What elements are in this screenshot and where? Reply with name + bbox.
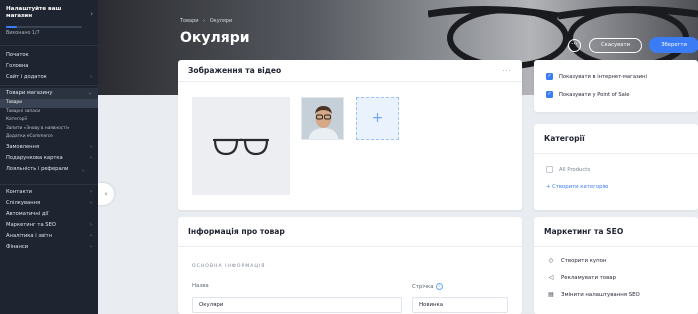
channel-point-of-sale[interactable]: ✓ Показувати у Point of Sale (546, 91, 630, 98)
channel-label: Показувати у Point of Sale (559, 91, 630, 98)
sidebar-item-label: Спілкування (6, 199, 41, 206)
media-card: Зображення та відео ··· + (178, 60, 522, 210)
seo-item-label: Створити купон (561, 257, 607, 264)
name-field[interactable]: Окуляри (192, 297, 402, 313)
sidebar-subitem-ecommerce-apps[interactable]: Додатки eCommerce (0, 133, 98, 142)
sidebar-item-label: Автоматичні дії (6, 210, 49, 217)
chevron-right-icon: › (82, 167, 84, 174)
setup-progress-fill (6, 26, 17, 28)
chevron-right-icon: › (90, 10, 93, 18)
create-coupon-link[interactable]: ◇ Створити купон (546, 257, 607, 264)
media-card-title: Зображення та відео (188, 66, 282, 75)
chevron-right-icon: › (90, 188, 92, 195)
glasses-image (213, 138, 269, 156)
chevron-right-icon: › (90, 232, 92, 239)
seo-item-label: Змінити налаштування SEO (561, 291, 640, 298)
sidebar-item-label: Контакти (6, 188, 32, 195)
sidebar-item-label: Фінанси (6, 243, 29, 250)
sidebar-item-orders[interactable]: Замовлення › (0, 142, 98, 153)
sidebar-item-label: Замовлення (6, 143, 40, 150)
sidebar-item-label: Товари магазину (6, 90, 53, 96)
setup-progress-bar (6, 26, 82, 28)
sidebar-item-home[interactable]: Головна (0, 61, 98, 72)
sales-channels-card: ✓ Показувати в інтернет-магазині ✓ Показ… (534, 60, 698, 112)
setup-progress-text: Виконано 1/7 (6, 31, 40, 36)
breadcrumb-separator-icon: › (203, 18, 206, 24)
sidebar-item-communication[interactable]: Спілкування › (0, 198, 98, 209)
channel-online-store[interactable]: ✓ Показувати в інтернет-магазині (546, 73, 647, 80)
name-label: Назва (192, 283, 209, 289)
categories-title: Категорії (544, 134, 585, 143)
sidebar: Налаштуйте ваш магазин › Виконано 1/7 По… (0, 0, 98, 314)
sidebar-item-label: Аналітика і звітн (6, 232, 52, 239)
chevron-right-icon: › (90, 243, 92, 250)
category-label: All Products (559, 166, 591, 173)
marketing-seo-card: Маркетинг та SEO ◇ Створити купон ◁ Рекл… (534, 217, 698, 314)
more-actions-button[interactable]: ··· (568, 39, 581, 52)
checkbox-empty-icon[interactable] (546, 166, 553, 173)
sidebar-item-label: Головна (6, 63, 29, 69)
main-product-image[interactable] (192, 97, 290, 195)
checkbox-checked-icon[interactable]: ✓ (546, 91, 553, 98)
product-info-card: Інформація про товар ОСНОВНА ІНФОРМАЦІЯ … (178, 217, 522, 314)
sidebar-item-label: Лояльність і реферали (6, 165, 69, 172)
add-media-button[interactable]: + (356, 97, 399, 140)
model-portrait-image (302, 98, 343, 139)
sidebar-item-automations[interactable]: Автоматичні дії (0, 209, 98, 220)
chevron-right-icon: › (90, 74, 92, 80)
chevron-right-icon: › (90, 143, 92, 150)
ribbon-field[interactable]: Новинка (412, 297, 508, 313)
basic-info-section-label: ОСНОВНА ІНФОРМАЦІЯ (192, 264, 266, 269)
chevron-right-icon: › (90, 154, 92, 161)
sidebar-item-label: Початок (6, 52, 29, 58)
sidebar-subitem-inventory[interactable]: Товарні запаси (0, 108, 98, 117)
sidebar-item-label: Сайт і додаток (6, 74, 47, 80)
product-thumbnail[interactable] (301, 97, 344, 140)
setup-panel[interactable]: Налаштуйте ваш магазин › Виконано 1/7 (0, 0, 98, 46)
page-title: Окуляри (180, 30, 250, 46)
sidebar-item-marketing-seo[interactable]: Маркетинг та SEO › (0, 220, 98, 231)
media-more-button[interactable]: ··· (502, 67, 512, 75)
seo-item-label: Рекламувати товар (561, 274, 617, 281)
sidebar-item-label: Маркетинг та SEO (6, 221, 56, 228)
megaphone-icon: ◁ (548, 274, 554, 281)
chevron-left-icon: ‹ (104, 190, 108, 198)
ribbon-label: Стрічка (412, 284, 434, 290)
breadcrumb-current: Окуляри (209, 18, 233, 24)
channel-label: Показувати в інтернет-магазині (559, 73, 647, 80)
sidebar-item-analytics[interactable]: Аналітика і звітн › (0, 231, 98, 242)
sidebar-item-loyalty[interactable]: Лояльність і реферали › (0, 164, 90, 182)
checkbox-checked-icon[interactable]: ✓ (546, 73, 553, 80)
categories-card: Категорії All Products + Створити катего… (534, 124, 698, 210)
chevron-down-icon: ⌄ (87, 90, 92, 96)
sidebar-subitem-back-in-stock[interactable]: Запити «Знову в наявності» (0, 125, 98, 134)
sidebar-item-label: Подарункова картка (6, 154, 63, 161)
sidebar-item-store-products[interactable]: Товари магазину ⌄ (0, 88, 98, 99)
edit-seo-settings-link[interactable]: ▤ Змінити налаштування SEO (546, 291, 640, 298)
collapse-sidebar-button[interactable]: ‹ (98, 183, 114, 205)
sidebar-item-finance[interactable]: Фінанси › (0, 242, 98, 253)
create-category-link[interactable]: + Створити категорію (546, 184, 608, 190)
sidebar-subitem-products[interactable]: Товари (0, 99, 98, 108)
marketing-seo-title: Маркетинг та SEO (544, 227, 624, 236)
setup-title: Налаштуйте ваш магазин (6, 6, 62, 19)
category-all-products[interactable]: All Products (546, 166, 590, 173)
promote-product-link[interactable]: ◁ Рекламувати товар (546, 274, 616, 281)
product-info-title: Інформація про товар (188, 227, 285, 236)
sidebar-subitem-categories[interactable]: Категорії (0, 116, 98, 125)
chevron-right-icon: › (90, 199, 92, 206)
ribbon-label-wrap: Стрічка i (412, 283, 443, 290)
breadcrumb: Товари › Окуляри (180, 18, 232, 24)
sidebar-item-contacts[interactable]: Контакти › (0, 187, 98, 198)
chevron-right-icon: › (90, 221, 92, 228)
sidebar-item-gift-card[interactable]: Подарункова картка › (0, 153, 98, 164)
save-button[interactable]: Зберегти (649, 37, 698, 53)
breadcrumb-root[interactable]: Товари (180, 18, 199, 24)
document-icon: ▤ (548, 291, 554, 298)
sidebar-item-site-app[interactable]: Сайт і додаток › (0, 72, 98, 83)
info-icon[interactable]: i (435, 283, 443, 290)
tag-icon: ◇ (548, 257, 554, 264)
sidebar-item-start[interactable]: Початок (0, 50, 98, 61)
cancel-button[interactable]: Скасувати (589, 38, 642, 53)
